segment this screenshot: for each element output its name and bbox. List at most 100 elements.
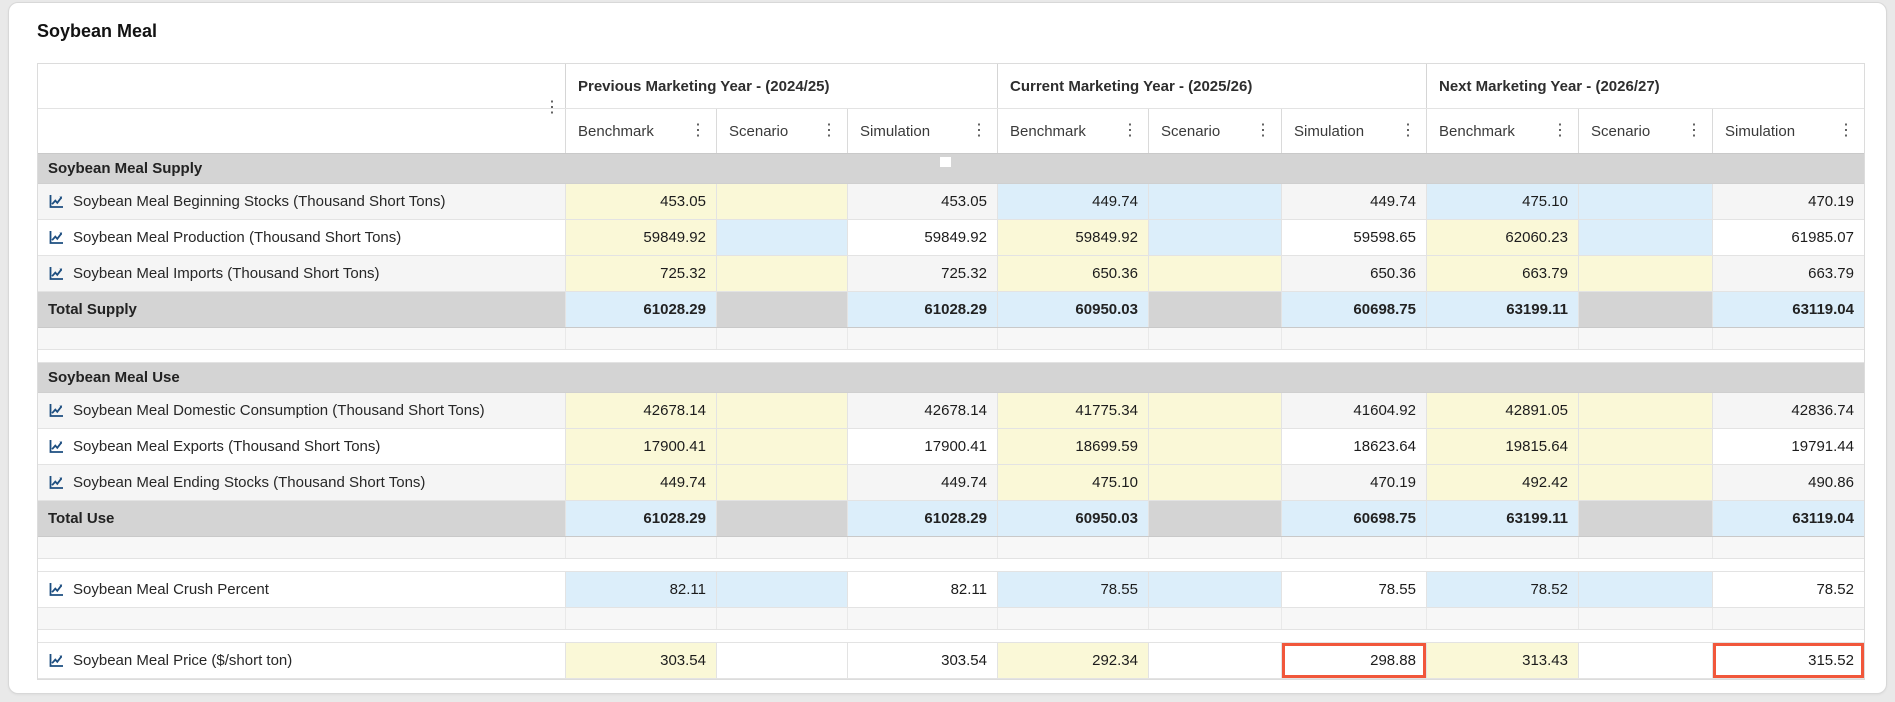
value-cell[interactable] (1148, 220, 1281, 255)
column-menu-icon[interactable]: ⋮ (971, 123, 987, 139)
value-cell[interactable]: 42891.05 (1426, 393, 1578, 428)
column-menu-icon[interactable]: ⋮ (1686, 123, 1702, 139)
value-cell[interactable]: 19791.44 (1712, 429, 1864, 464)
value-cell[interactable]: 82.11 (847, 572, 997, 607)
value-cell[interactable] (1148, 429, 1281, 464)
value-cell (1148, 292, 1281, 327)
line-chart-icon[interactable] (48, 266, 65, 281)
value-cell[interactable]: 303.54 (565, 643, 716, 678)
line-chart-icon[interactable] (48, 194, 65, 209)
value-cell[interactable]: 18623.64 (1281, 429, 1426, 464)
value-cell[interactable] (1148, 465, 1281, 500)
value-cell[interactable] (1148, 572, 1281, 607)
value-cell[interactable]: 313.43 (1426, 643, 1578, 678)
section-header-row: Soybean Meal Use (38, 363, 1864, 393)
value-cell[interactable]: 59849.92 (565, 220, 716, 255)
value-cell[interactable]: 453.05 (847, 184, 997, 219)
spacer-cell (1712, 608, 1864, 629)
value-cell[interactable] (1578, 643, 1712, 678)
value-cell[interactable]: 725.32 (847, 256, 997, 291)
value-cell[interactable]: 42678.14 (847, 393, 997, 428)
value-cell[interactable]: 470.19 (1712, 184, 1864, 219)
value-cell[interactable]: 62060.23 (1426, 220, 1578, 255)
value-cell[interactable]: 663.79 (1712, 256, 1864, 291)
value-cell[interactable]: 663.79 (1426, 256, 1578, 291)
value-cell[interactable]: 17900.41 (565, 429, 716, 464)
value-cell[interactable]: 42678.14 (565, 393, 716, 428)
column-menu-icon[interactable]: ⋮ (821, 123, 837, 139)
value-cell[interactable]: 292.34 (997, 643, 1148, 678)
value-cell[interactable]: 470.19 (1281, 465, 1426, 500)
value-cell[interactable] (716, 572, 847, 607)
column-header-scenario: Scenario ⋮ (716, 109, 847, 153)
value-cell[interactable]: 17900.41 (847, 429, 997, 464)
value-cell[interactable] (1578, 220, 1712, 255)
table-menu-icon[interactable]: ⋮ (544, 100, 560, 116)
value-cell[interactable] (1148, 256, 1281, 291)
value-cell[interactable]: 475.10 (997, 465, 1148, 500)
line-chart-icon[interactable] (48, 230, 65, 245)
value-cell[interactable]: 59849.92 (847, 220, 997, 255)
value-cell[interactable] (1578, 393, 1712, 428)
column-menu-icon[interactable]: ⋮ (1838, 123, 1854, 139)
value-cell[interactable] (716, 220, 847, 255)
psd-table: Previous Marketing Year - (2024/25) Curre… (37, 63, 1865, 680)
value-cell[interactable]: 78.52 (1426, 572, 1578, 607)
value-cell[interactable]: 650.36 (997, 256, 1148, 291)
value-cell[interactable] (1578, 184, 1712, 219)
value-cell[interactable]: 449.74 (1281, 184, 1426, 219)
value-cell[interactable] (1578, 465, 1712, 500)
value-cell[interactable] (716, 465, 847, 500)
value-cell[interactable]: 475.10 (1426, 184, 1578, 219)
total-row: Total Supply 61028.29 61028.29 60950.03 6069… (38, 292, 1864, 328)
line-chart-icon[interactable] (48, 582, 65, 597)
value-cell[interactable] (716, 184, 847, 219)
value-cell[interactable] (716, 643, 847, 678)
value-cell[interactable]: 41604.92 (1281, 393, 1426, 428)
value-cell[interactable]: 725.32 (565, 256, 716, 291)
value-cell[interactable]: 453.05 (565, 184, 716, 219)
value-cell[interactable] (1578, 572, 1712, 607)
value-cell[interactable] (1148, 184, 1281, 219)
highlighted-value-cell[interactable]: 315.52 (1712, 643, 1864, 678)
value-cell[interactable]: 449.74 (997, 184, 1148, 219)
value-cell[interactable] (1578, 429, 1712, 464)
column-menu-icon[interactable]: ⋮ (1552, 123, 1568, 139)
value-cell[interactable]: 82.11 (565, 572, 716, 607)
value-cell[interactable]: 19815.64 (1426, 429, 1578, 464)
value-cell[interactable]: 78.52 (1712, 572, 1864, 607)
value-cell[interactable]: 490.86 (1712, 465, 1864, 500)
column-menu-icon[interactable]: ⋮ (1400, 123, 1416, 139)
value-cell[interactable]: 59849.92 (997, 220, 1148, 255)
value-cell[interactable]: 18699.59 (997, 429, 1148, 464)
value-cell[interactable]: 78.55 (997, 572, 1148, 607)
year-group-label: Current Marketing Year - (2025/26) (1010, 77, 1253, 95)
line-chart-icon[interactable] (48, 475, 65, 490)
table-row: Soybean Meal Imports (Thousand Short Ton… (38, 256, 1864, 292)
value-cell[interactable]: 449.74 (565, 465, 716, 500)
column-menu-icon[interactable]: ⋮ (1122, 123, 1138, 139)
value-cell[interactable]: 650.36 (1281, 256, 1426, 291)
section-label: Soybean Meal Supply (48, 160, 203, 177)
value-cell[interactable]: 42836.74 (1712, 393, 1864, 428)
value-cell[interactable]: 449.74 (847, 465, 997, 500)
value-cell[interactable]: 303.54 (847, 643, 997, 678)
line-chart-icon[interactable] (48, 653, 65, 668)
value-cell[interactable]: 41775.34 (997, 393, 1148, 428)
value-cell[interactable] (716, 429, 847, 464)
column-menu-icon[interactable]: ⋮ (1255, 123, 1271, 139)
value-cell[interactable]: 61985.07 (1712, 220, 1864, 255)
line-chart-icon[interactable] (48, 403, 65, 418)
value-cell[interactable] (716, 256, 847, 291)
value-cell[interactable]: 59598.65 (1281, 220, 1426, 255)
value-cell[interactable]: 492.42 (1426, 465, 1578, 500)
value-cell[interactable] (716, 393, 847, 428)
column-menu-icon[interactable]: ⋮ (690, 123, 706, 139)
highlighted-value-cell[interactable]: 298.88 (1281, 643, 1426, 678)
value-cell[interactable] (1148, 643, 1281, 678)
line-chart-icon[interactable] (48, 439, 65, 454)
value-cell[interactable] (1578, 256, 1712, 291)
value-cell[interactable]: 78.55 (1281, 572, 1426, 607)
table-row: Soybean Meal Domestic Consumption (Thous… (38, 393, 1864, 429)
value-cell[interactable] (1148, 393, 1281, 428)
